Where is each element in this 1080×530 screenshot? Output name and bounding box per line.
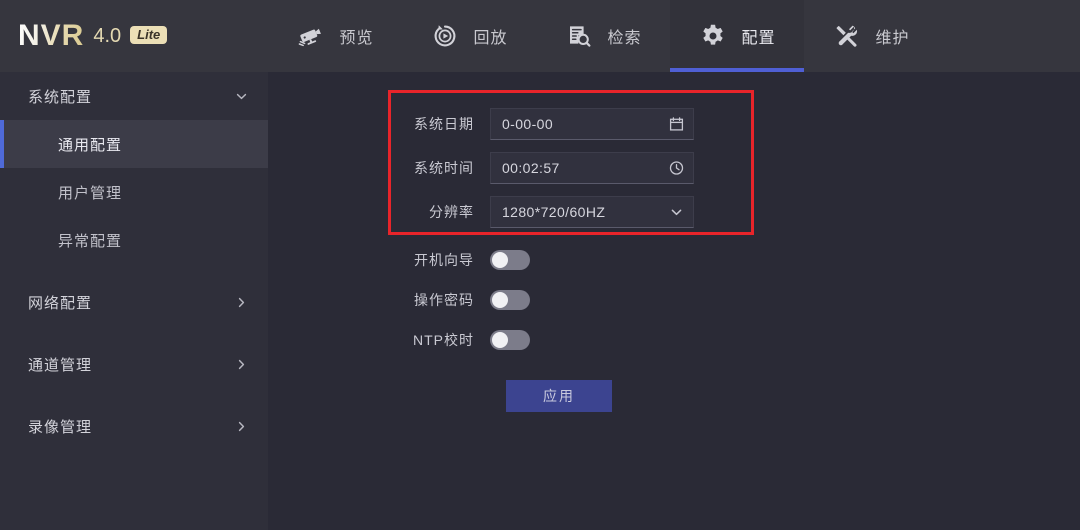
sidebar-group-channel-management-label: 通道管理	[28, 356, 93, 374]
active-item-accent-bar	[0, 120, 4, 168]
resolution-label: 分辨率	[429, 204, 474, 220]
top-navigation-bar: NVR 4.0 Lite 预览 回放 检索 配置 维护	[0, 0, 1080, 72]
sidebar-navigation: 系统配置 通用配置 用户管理 异常配置 网络配置 通道管理 录像管理	[0, 72, 268, 530]
main-content-panel: 系统日期 0-00-00 系统时间 00:02:57 分辨率 1280*720/…	[268, 72, 1080, 530]
sidebar-group-record-management[interactable]: 录像管理	[0, 402, 268, 450]
tab-maintenance-label: 维护	[875, 30, 910, 47]
startup-wizard-toggle[interactable]	[490, 250, 530, 270]
sidebar-group-system-config[interactable]: 系统配置	[0, 72, 268, 120]
field-row-resolution: 分辨率 1280*720/60HZ	[398, 190, 694, 234]
cctv-camera-icon	[296, 21, 326, 51]
sidebar-item-user-management[interactable]: 用户管理	[0, 168, 268, 216]
ntp-sync-toggle[interactable]	[490, 330, 530, 350]
system-time-input[interactable]: 00:02:57	[490, 152, 694, 184]
brand-logo: NVR 4.0 Lite	[0, 0, 268, 72]
resolution-value: 1280*720/60HZ	[502, 204, 606, 220]
nav-tabs: 预览 回放 检索 配置 维护	[268, 0, 938, 72]
tab-preview-label: 预览	[339, 30, 374, 47]
brand-name: NVR	[18, 19, 85, 52]
toggle-row-startup-wizard: 开机向导	[398, 244, 694, 276]
system-date-value: 0-00-00	[502, 116, 554, 132]
system-time-value: 00:02:57	[502, 160, 560, 176]
sidebar-group-record-management-label: 录像管理	[28, 418, 93, 436]
general-config-form: 系统日期 0-00-00 系统时间 00:02:57 分辨率 1280*720/…	[398, 102, 694, 412]
sidebar-item-exception-config[interactable]: 异常配置	[0, 216, 268, 264]
tab-search[interactable]: 检索	[536, 0, 670, 72]
calendar-icon[interactable]	[669, 117, 684, 132]
chevron-right-icon	[235, 296, 248, 309]
brand-version: 4.0	[93, 24, 122, 47]
document-search-icon	[564, 21, 594, 51]
gear-icon	[698, 21, 728, 51]
clock-icon[interactable]	[669, 161, 684, 176]
toggle-knob	[492, 292, 508, 308]
sidebar-item-general-config-label: 通用配置	[58, 136, 123, 154]
tab-search-label: 检索	[607, 30, 642, 47]
apply-button[interactable]: 应用	[506, 380, 612, 412]
tab-maintenance[interactable]: 维护	[804, 0, 938, 72]
chevron-right-icon	[235, 358, 248, 371]
field-row-system-time: 系统时间 00:02:57	[398, 146, 694, 190]
tab-preview[interactable]: 预览	[268, 0, 402, 72]
chevron-down-icon[interactable]	[669, 205, 684, 220]
chevron-down-icon	[235, 90, 248, 103]
sidebar-group-network-config-label: 网络配置	[28, 294, 93, 312]
apply-button-container: 应用	[398, 380, 694, 412]
tab-configuration-label: 配置	[741, 30, 776, 47]
toggle-row-ntp-sync: NTP校时	[398, 324, 694, 356]
tab-playback[interactable]: 回放	[402, 0, 536, 72]
sidebar-group-system-config-label: 系统配置	[28, 88, 93, 106]
sidebar-item-user-management-label: 用户管理	[58, 184, 123, 202]
resolution-select[interactable]: 1280*720/60HZ	[490, 196, 694, 228]
sidebar-item-general-config[interactable]: 通用配置	[0, 120, 268, 168]
field-row-system-date: 系统日期 0-00-00	[398, 102, 694, 146]
sidebar-group-channel-management[interactable]: 通道管理	[0, 340, 268, 388]
toggle-knob	[492, 332, 508, 348]
nvr-config-page: NVR 4.0 Lite 预览 回放 检索 配置 维护 系统配置 通用配置 用户…	[0, 0, 1080, 530]
brand-edition-badge: Lite	[130, 26, 168, 44]
ntp-sync-label: NTP校时	[413, 332, 474, 348]
chevron-right-icon	[235, 420, 248, 433]
system-date-input[interactable]: 0-00-00	[490, 108, 694, 140]
tab-configuration[interactable]: 配置	[670, 0, 804, 72]
operation-password-toggle[interactable]	[490, 290, 530, 310]
wrench-tools-icon	[832, 21, 862, 51]
system-time-label: 系统时间	[414, 160, 474, 176]
toggle-row-operation-password: 操作密码	[398, 284, 694, 316]
toggle-knob	[492, 252, 508, 268]
startup-wizard-label: 开机向导	[414, 252, 474, 268]
sidebar-item-exception-config-label: 异常配置	[58, 232, 123, 250]
sidebar-group-network-config[interactable]: 网络配置	[0, 278, 268, 326]
operation-password-label: 操作密码	[414, 292, 474, 308]
system-date-label: 系统日期	[414, 116, 474, 132]
tab-playback-label: 回放	[473, 30, 508, 47]
playback-replay-icon	[430, 21, 460, 51]
